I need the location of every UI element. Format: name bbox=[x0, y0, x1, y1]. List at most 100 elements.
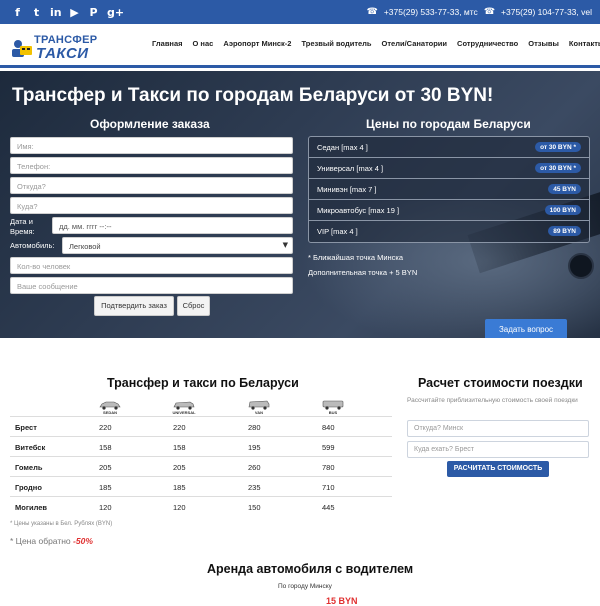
nav-reviews[interactable]: Отзывы bbox=[528, 39, 559, 48]
price-row-sedan[interactable]: Седан [max 4 ] от 30 BYN * bbox=[309, 137, 589, 158]
city-name: Гомель bbox=[15, 463, 43, 472]
logo[interactable]: ТРАНСФЕР ТАКСИ bbox=[10, 32, 100, 62]
return-price-value: -50% bbox=[73, 536, 93, 546]
table-row: Могилев 120 120 150 445 bbox=[10, 496, 392, 516]
price-cell: 710 bbox=[322, 483, 335, 492]
calculate-button[interactable]: РАСЧИТАТЬ СТОИМОСТЬ bbox=[447, 461, 549, 477]
main-nav: Главная О нас Аэропорт Минск-2 Трезвый в… bbox=[152, 39, 600, 48]
date-label: Дата и Время: bbox=[10, 217, 35, 236]
bus-car-icon: BUS bbox=[321, 400, 345, 415]
price-badge: 100 BYN bbox=[544, 205, 581, 215]
price-row-capacity: [max 4 ] bbox=[341, 143, 368, 152]
rent-subtitle: По городу Минску bbox=[278, 583, 332, 590]
table-header: SEDAN UNIVERSAL VAN BUS bbox=[10, 400, 392, 416]
message-input[interactable]: Ваше сообщение bbox=[10, 277, 293, 294]
car-select[interactable]: Легковой ▼ bbox=[62, 237, 293, 254]
return-price-note: * Цена обратно -50% bbox=[10, 536, 93, 546]
youtube-icon[interactable]: ▶ bbox=[69, 6, 80, 19]
price-cell: 185 bbox=[173, 483, 186, 492]
price-badge: от 30 BYN * bbox=[535, 163, 581, 173]
nav-contacts[interactable]: Контакты bbox=[569, 39, 600, 48]
nav-about[interactable]: О нас bbox=[193, 39, 214, 48]
name-input[interactable]: Имя: bbox=[10, 137, 293, 154]
logo-text-bottom: ТАКСИ bbox=[36, 45, 89, 62]
price-row-capacity: [max 4 ] bbox=[356, 164, 384, 173]
prices-title: Цены по городам Беларуси bbox=[366, 117, 531, 131]
price-cell: 445 bbox=[322, 503, 335, 512]
calculator-subtitle: Рассчитайте приблизительную стоимость св… bbox=[407, 397, 578, 404]
city-name: Гродно bbox=[15, 483, 42, 492]
price-list: Седан [max 4 ] от 30 BYN * Универсал [ma… bbox=[308, 136, 590, 243]
taxi-driver-icon bbox=[12, 40, 32, 57]
universal-car-icon: UNIVERSAL bbox=[172, 400, 196, 415]
site-header: ТРАНСФЕР ТАКСИ Главная О нас Аэропорт Ми… bbox=[0, 24, 600, 68]
nav-sober-driver[interactable]: Трезвый водитель bbox=[301, 39, 371, 48]
phone-velcom[interactable]: +375(29) 104-77-33, vel bbox=[501, 7, 592, 17]
linkedin-icon[interactable]: in bbox=[50, 6, 62, 19]
twitter-icon[interactable]: t bbox=[31, 6, 42, 19]
city-name: Витебск bbox=[15, 443, 46, 452]
car-type-label: SEDAN bbox=[102, 410, 117, 415]
price-row-name: Минивэн bbox=[317, 185, 348, 194]
reset-button[interactable]: Сброс bbox=[177, 296, 210, 316]
price-cell: 840 bbox=[322, 423, 335, 432]
price-cell: 120 bbox=[173, 503, 186, 512]
ask-question-button[interactable]: Задать вопрос bbox=[485, 319, 567, 338]
chevron-down-icon: ▼ bbox=[282, 241, 288, 249]
people-count-input[interactable]: Кол-во человек bbox=[10, 257, 293, 274]
nav-home[interactable]: Главная bbox=[152, 39, 183, 48]
car-select-value: Легковой bbox=[69, 242, 101, 251]
to-input[interactable]: Куда? bbox=[10, 197, 293, 214]
car-type-label: BUS bbox=[328, 410, 338, 415]
price-note-nearest: * Ближайшая точка Минска bbox=[308, 253, 404, 262]
table-row: Гродно 185 185 235 710 bbox=[10, 476, 392, 496]
price-cell: 185 bbox=[99, 483, 112, 492]
calculator-title: Расчет стоимости поездки bbox=[418, 376, 583, 390]
transfer-price-table: SEDAN UNIVERSAL VAN BUS Брест 220 220 28… bbox=[10, 400, 392, 516]
rent-section-title: Аренда автомобиля с водителем bbox=[207, 562, 414, 576]
transfer-table-title: Трансфер и такси по Беларуси bbox=[107, 376, 299, 390]
nav-cooperation[interactable]: Сотрудничество bbox=[457, 39, 518, 48]
phone-mts[interactable]: +375(29) 533-77-33, мтс bbox=[384, 7, 478, 17]
price-row-minivan[interactable]: Минивэн [max 7 ] 45 BYN bbox=[309, 179, 589, 200]
van-car-icon: VAN bbox=[247, 400, 271, 415]
price-cell: 158 bbox=[173, 443, 186, 452]
rent-price: 15 BYN bbox=[326, 596, 358, 606]
nav-hotels[interactable]: Отели/Санатории bbox=[382, 39, 447, 48]
price-cell: 235 bbox=[248, 483, 261, 492]
car-label: Автомобиль: bbox=[10, 241, 55, 250]
google-plus-icon[interactable]: g+ bbox=[107, 6, 124, 19]
table-row: Гомель 205 205 260 780 bbox=[10, 456, 392, 476]
price-row-minibus[interactable]: Микроавтобус [max 19 ] 100 BYN bbox=[309, 200, 589, 221]
city-name: Могилев bbox=[15, 503, 48, 512]
calc-to-input[interactable]: Куда ехать? Брест bbox=[407, 441, 589, 458]
price-cell: 220 bbox=[173, 423, 186, 432]
phone-icon: ☎ bbox=[483, 7, 496, 17]
table-row: Витебск 158 158 195 599 bbox=[10, 436, 392, 456]
calc-from-input[interactable]: Откуда? Минск bbox=[407, 420, 589, 437]
phone-icon: ☎ bbox=[366, 7, 378, 17]
price-row-name: VIP bbox=[317, 227, 329, 236]
top-bar: f t in ▶ P g+ ☎ +375(29) 533-77-33, мтс … bbox=[0, 0, 600, 24]
hero-section: Трансфер и Такси по городам Беларуси от … bbox=[0, 71, 600, 338]
price-cell: 260 bbox=[248, 463, 261, 472]
datetime-input[interactable]: дд. мм. гггг --:-- bbox=[52, 217, 293, 234]
nav-airport[interactable]: Аэропорт Минск-2 bbox=[223, 39, 291, 48]
phone-numbers: ☎ +375(29) 533-77-33, мтс ☎ +375(29) 104… bbox=[367, 0, 592, 24]
price-cell: 220 bbox=[99, 423, 112, 432]
price-row-vip[interactable]: VIP [max 4 ] 89 BYN bbox=[309, 221, 589, 242]
pinterest-icon[interactable]: P bbox=[88, 6, 99, 19]
price-cell: 120 bbox=[99, 503, 112, 512]
phone-input[interactable]: Телефон: bbox=[10, 157, 293, 174]
price-row-capacity: [max 7 ] bbox=[349, 185, 377, 194]
facebook-icon[interactable]: f bbox=[12, 6, 23, 19]
price-cell: 280 bbox=[248, 423, 261, 432]
price-badge: 45 BYN bbox=[548, 184, 581, 194]
hero-title: Трансфер и Такси по городам Беларуси от … bbox=[12, 85, 494, 106]
confirm-order-button[interactable]: Подтвердить заказ bbox=[94, 296, 174, 316]
price-row-universal[interactable]: Универсал [max 4 ] от 30 BYN * bbox=[309, 158, 589, 179]
price-cell: 205 bbox=[99, 463, 112, 472]
return-price-label: * Цена обратно bbox=[10, 536, 71, 546]
from-input[interactable]: Откуда? bbox=[10, 177, 293, 194]
price-cell: 599 bbox=[322, 443, 335, 452]
